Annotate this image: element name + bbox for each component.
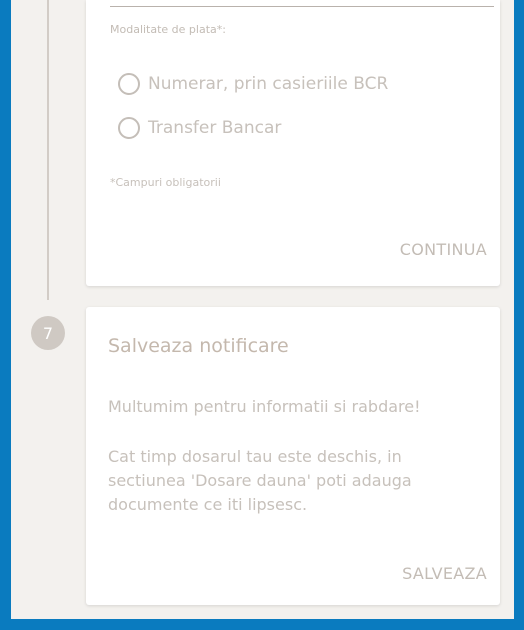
step-number-badge: 7: [31, 316, 65, 350]
radio-option-transfer[interactable]: Transfer Bancar: [118, 117, 281, 139]
step-timeline-line: [47, 0, 49, 300]
card-title: Salveaza notificare: [108, 335, 289, 357]
radio-unchecked-icon[interactable]: [118, 73, 140, 95]
continue-button[interactable]: CONTINUA: [400, 240, 487, 259]
payment-method-label: Modalitate de plata*:: [110, 23, 226, 36]
previous-field-underline: [110, 6, 494, 7]
payment-card: Modalitate de plata*: Numerar, prin casi…: [86, 0, 500, 286]
app-frame: Modalitate de plata*: Numerar, prin casi…: [11, 0, 514, 619]
info-message: Cat timp dosarul tau este deschis, in se…: [108, 447, 412, 514]
radio-option-cash[interactable]: Numerar, prin casieriile BCR: [118, 73, 388, 95]
save-notification-card: Salveaza notificare Multumim pentru info…: [86, 307, 500, 605]
radio-option-cash-label: Numerar, prin casieriile BCR: [148, 74, 389, 94]
required-fields-note: *Campuri obligatorii: [110, 176, 221, 189]
radio-unchecked-icon[interactable]: [118, 117, 140, 139]
radio-option-transfer-label: Transfer Bancar: [148, 118, 282, 138]
thank-you-message: Multumim pentru informatii si rabdare!: [108, 397, 421, 416]
save-button[interactable]: SALVEAZA: [402, 564, 487, 583]
